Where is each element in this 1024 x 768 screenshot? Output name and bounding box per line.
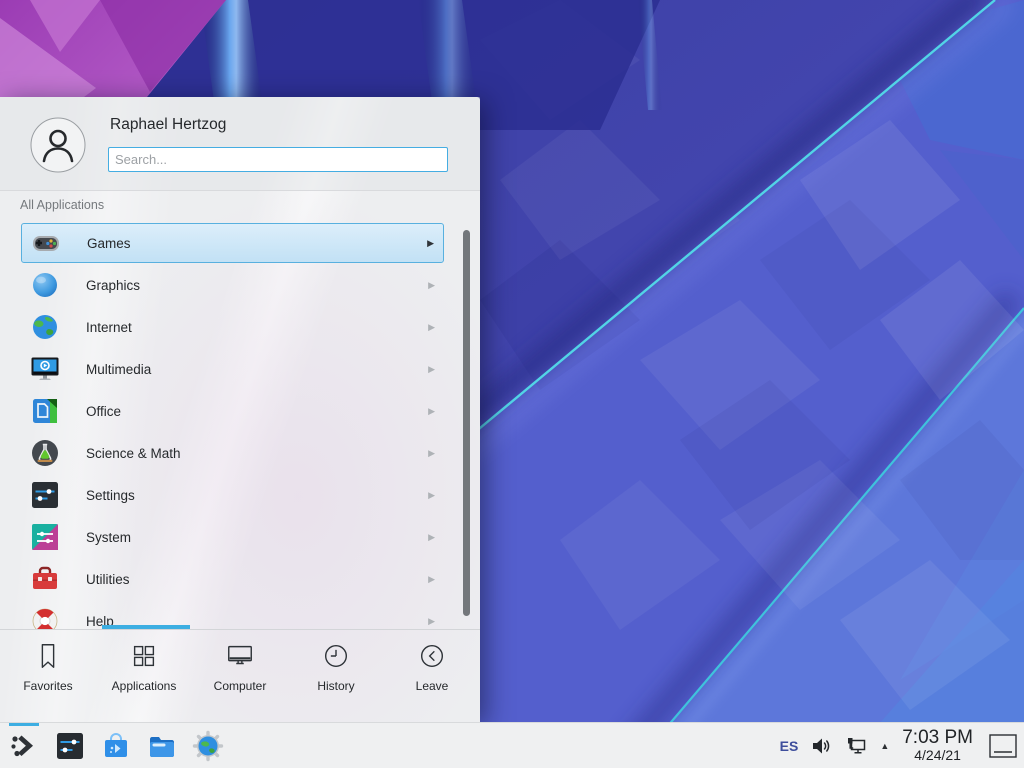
menu-item-graphics[interactable]: Graphics ▶ [21,264,444,306]
menu-item-internet[interactable]: Internet ▶ [21,306,444,348]
office-icon [29,395,61,427]
bookmark-icon [33,641,63,671]
system-settings-icon[interactable] [54,730,86,762]
list-scrollbar[interactable] [463,230,470,616]
submenu-arrow-icon: ▶ [428,406,435,417]
submenu-arrow-icon: ▶ [428,364,435,375]
taskbar-panel: ES ▲ 7:03 PM 4/24/21 [0,722,1024,768]
tab-label: Favorites [23,679,72,693]
leave-icon [417,641,447,671]
tab-label: History [317,679,354,693]
launcher-header: Raphael Hertzog [0,97,480,190]
menu-item-label: Multimedia [86,362,151,377]
submenu-arrow-icon: ▶ [428,616,435,627]
application-launcher-popup: Raphael Hertzog All Applications Games ▶ [0,97,480,722]
volume-icon[interactable] [809,734,833,758]
submenu-arrow-icon: ▶ [428,490,435,501]
menu-item-games[interactable]: Games ▶ [21,223,444,263]
help-icon [29,605,61,629]
tab-label: Leave [416,679,449,693]
keyboard-layout-indicator[interactable]: ES [780,738,799,754]
menu-item-label: System [86,530,131,545]
user-name: Raphael Hertzog [110,116,226,134]
clock-date: 4/24/21 [914,748,961,763]
utilities-icon [29,563,61,595]
clock-icon [321,641,351,671]
games-icon [30,227,62,259]
app-grid-icon [129,641,159,671]
konqueror-icon[interactable] [192,730,224,762]
menu-item-settings[interactable]: Settings ▶ [21,474,444,516]
active-tab-indicator [102,625,190,629]
tab-label: Computer [214,679,267,693]
user-avatar[interactable] [30,117,86,173]
system-icon [29,521,61,553]
taskbar-launchers [8,730,224,762]
tab-history[interactable]: History [288,630,384,722]
menu-item-multimedia[interactable]: Multimedia ▶ [21,348,444,390]
multimedia-icon [29,353,61,385]
system-tray: ES ▲ 7:03 PM 4/24/21 [780,728,1018,763]
menu-item-label: Utilities [86,572,130,587]
tab-applications[interactable]: Applications [96,630,192,722]
internet-icon [29,311,61,343]
submenu-arrow-icon: ▶ [427,238,434,249]
tab-computer[interactable]: Computer [192,630,288,722]
submenu-arrow-icon: ▶ [428,448,435,459]
menu-item-label: Graphics [86,278,140,293]
submenu-arrow-icon: ▶ [428,280,435,291]
dolphin-icon[interactable] [146,730,178,762]
graphics-icon [29,269,61,301]
section-label: All Applications [20,198,104,212]
menu-item-system[interactable]: System ▶ [21,516,444,558]
desktop: Raphael Hertzog All Applications Games ▶ [0,0,1024,768]
application-category-list: Games ▶ Graphics ▶ [0,222,456,629]
menu-item-label: Settings [86,488,135,503]
tab-favorites[interactable]: Favorites [0,630,96,722]
show-desktop-icon[interactable] [988,733,1018,759]
header-divider [0,190,480,191]
tab-label: Applications [112,679,177,693]
menu-item-label: Internet [86,320,132,335]
menu-item-utilities[interactable]: Utilities ▶ [21,558,444,600]
digital-clock[interactable]: 7:03 PM 4/24/21 [900,728,975,763]
tab-leave[interactable]: Leave [384,630,480,722]
active-launcher-indicator [9,723,39,726]
menu-item-office[interactable]: Office ▶ [21,390,444,432]
menu-item-science-math[interactable]: Science & Math ▶ [21,432,444,474]
submenu-arrow-icon: ▶ [428,532,435,543]
settings-icon [29,479,61,511]
menu-item-help[interactable]: Help ▶ [21,600,444,629]
menu-item-label: Science & Math [86,446,181,461]
network-icon[interactable] [844,734,869,758]
launcher-tabbar: Favorites Applications Computer [0,630,480,722]
clock-time: 7:03 PM [902,728,973,748]
menu-item-label: Office [86,404,121,419]
science-icon [29,437,61,469]
submenu-arrow-icon: ▶ [428,574,435,585]
monitor-icon [225,641,255,671]
menu-item-label: Games [87,236,131,251]
discover-icon[interactable] [100,730,132,762]
expand-tray-icon[interactable]: ▲ [880,741,889,751]
search-input[interactable] [108,147,448,172]
submenu-arrow-icon: ▶ [428,322,435,333]
kickoff-launcher-icon[interactable] [8,730,40,762]
